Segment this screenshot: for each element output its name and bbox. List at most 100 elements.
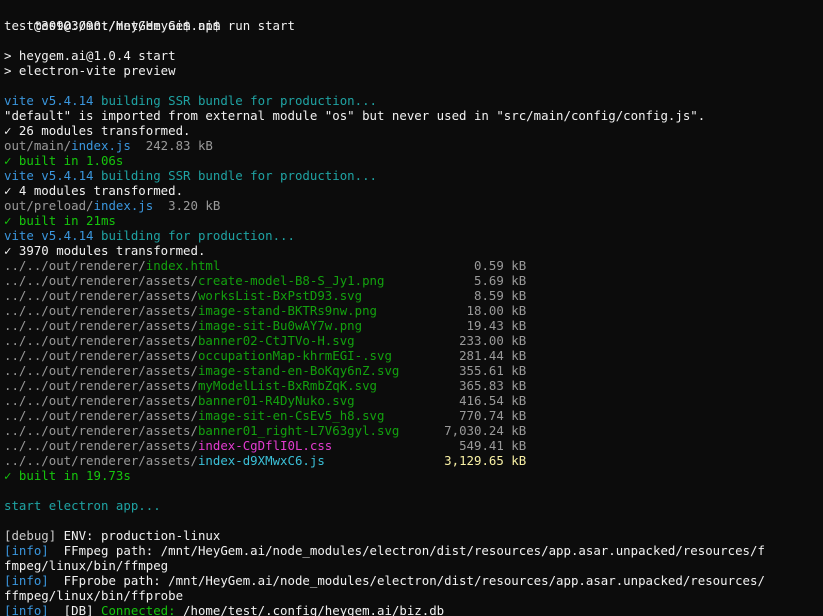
- file-name: banner02-CtJTVo-H.svg: [197, 333, 355, 348]
- log-message: FFmpeg path: /mnt/HeyGem.ai/node_modules…: [48, 543, 765, 558]
- output-file-line: out/main/index.js 242.83 kB: [4, 138, 823, 153]
- log-line-info: [info] [DB] Connected: /home/test/.confi…: [4, 603, 823, 616]
- file-dir: ../../out/renderer/assets/: [4, 423, 198, 438]
- renderer-file-row: ../../out/renderer/assets/index-d9XMwxC6…: [4, 453, 823, 468]
- log-line-info: [info] FFprobe path: /mnt/HeyGem.ai/node…: [4, 573, 823, 588]
- file-size: 18.00 kB: [466, 303, 527, 318]
- renderer-file-row: ../../out/renderer/assets/occupationMap-…: [4, 348, 823, 363]
- build-status: building for production...: [93, 228, 295, 243]
- file-dir: ../../out/renderer/assets/: [4, 348, 198, 363]
- file-name: image-stand-en-BoKqy6nZ.svg: [197, 363, 400, 378]
- output-size: 242.83 kB: [130, 138, 213, 153]
- file-dir: ../../out/renderer/assets/: [4, 288, 198, 303]
- file-padding: [220, 258, 474, 273]
- transformed-line: ✓ 3970 modules transformed.: [4, 243, 206, 258]
- file-name: myModelList-BxRmbZqK.svg: [197, 378, 378, 393]
- info-tag: [info]: [4, 603, 49, 616]
- command-text: npm run start: [190, 18, 295, 33]
- file-dir: ../../out/renderer/assets/: [4, 273, 198, 288]
- file-size: 3,129.65 kB: [444, 453, 527, 468]
- file-size: 549.41 kB: [459, 438, 527, 453]
- log-line-debug: [debug] ENV: production-linux: [4, 528, 823, 543]
- file-padding: [355, 333, 459, 348]
- file-name: banner01_right-L7V63gyl.svg: [197, 423, 400, 438]
- file-dir: ../../out/renderer/assets/: [4, 453, 198, 468]
- shell-prompt: test@3090:/mnt/HeyGem.ai$: [4, 18, 191, 33]
- file-size: 355.61 kB: [459, 363, 527, 378]
- renderer-file-row: ../../out/renderer/assets/image-sit-Bu0w…: [4, 318, 823, 333]
- prompt-line: test@3090:/mnt/HeyGem.ai$: [4, 3, 823, 33]
- debug-tag: [debug]: [4, 528, 57, 543]
- log-message: ENV: production-linux: [56, 528, 221, 543]
- built-line: ✓ built in 21ms: [4, 213, 116, 228]
- output-file: index.js: [93, 198, 154, 213]
- file-size: 7,030.24 kB: [444, 423, 527, 438]
- info-tag: [info]: [4, 543, 49, 558]
- file-size: 281.44 kB: [459, 348, 527, 363]
- renderer-file-row: ../../out/renderer/assets/image-stand-BK…: [4, 303, 823, 318]
- vite-build-line: vite v5.4.14 building for production...: [4, 228, 823, 243]
- file-name: index.html: [145, 258, 221, 273]
- transformed-text: ✓ 26 modules transformed.: [4, 123, 191, 138]
- vite-version: vite v5.4.14: [4, 168, 94, 183]
- build-status: building SSR bundle for production...: [93, 168, 378, 183]
- file-padding: [399, 363, 459, 378]
- log-message: FFprobe path: /mnt/HeyGem.ai/node_module…: [48, 573, 765, 588]
- log-line-continuation: ffmpeg/linux/bin/ffprobe: [4, 588, 184, 603]
- renderer-file-row: ../../out/renderer/assets/worksList-BxPs…: [4, 288, 823, 303]
- vite-build-line: vite v5.4.14 building SSR bundle for pro…: [4, 168, 823, 183]
- transformed-line: ✓ 4 modules transformed.: [4, 183, 184, 198]
- file-padding: [362, 288, 474, 303]
- file-padding: [392, 348, 459, 363]
- renderer-file-row: ../../out/renderer/assets/image-stand-en…: [4, 363, 823, 378]
- file-name: image-stand-BKTRs9nw.png: [197, 303, 378, 318]
- file-size: 233.00 kB: [459, 333, 527, 348]
- file-padding: [325, 453, 444, 468]
- terminal-window[interactable]: test@3090:/mnt/HeyGem.ai$ test@3090:/mnt…: [0, 0, 823, 616]
- file-dir: ../../out/renderer/assets/: [4, 303, 198, 318]
- info-tag: [info]: [4, 573, 49, 588]
- output-file: index.js: [71, 138, 131, 153]
- file-padding: [362, 318, 466, 333]
- output-dir: out/main/: [4, 138, 72, 153]
- renderer-file-row: ../../out/renderer/assets/myModelList-Bx…: [4, 378, 823, 393]
- log-line-info: [info] FFmpeg path: /mnt/HeyGem.ai/node_…: [4, 543, 823, 558]
- file-dir: ../../out/renderer/assets/: [4, 363, 198, 378]
- file-name: banner01-R4DyNuko.svg: [197, 393, 355, 408]
- renderer-file-row: ../../out/renderer/assets/image-sit-en-C…: [4, 408, 823, 423]
- electron-start-line: start electron app...: [4, 498, 161, 513]
- build-status: building SSR bundle for production...: [93, 93, 378, 108]
- file-dir: ../../out/renderer/: [4, 258, 146, 273]
- built-line: ✓ built in 19.73s: [4, 468, 131, 483]
- npm-script-line: > heygem.ai@1.0.4 start: [4, 48, 176, 63]
- file-dir: ../../out/renderer/assets/: [4, 318, 198, 333]
- vite-version: vite v5.4.14: [4, 93, 94, 108]
- file-dir: ../../out/renderer/assets/: [4, 393, 198, 408]
- file-size: 19.43 kB: [466, 318, 527, 333]
- db-tag: [DB]: [48, 603, 101, 616]
- renderer-file-row: ../../out/renderer/assets/index-CgDflI0L…: [4, 438, 823, 453]
- output-dir: out/preload/: [4, 198, 94, 213]
- file-name: create-model-B8-S_Jy1.png: [197, 273, 385, 288]
- renderer-file-row: ../../out/renderer/index.html 0.59 kB: [4, 258, 823, 273]
- warning-line: "default" is imported from external modu…: [4, 108, 706, 123]
- file-name: index-CgDflI0L.css: [197, 438, 333, 453]
- file-padding: [399, 423, 444, 438]
- renderer-file-row: ../../out/renderer/assets/banner01_right…: [4, 423, 823, 438]
- file-name: occupationMap-khrmEGI-.svg: [197, 348, 392, 363]
- transformed-line: ✓ 26 modules transformed.: [4, 123, 823, 138]
- file-size: 416.54 kB: [459, 393, 527, 408]
- file-dir: ../../out/renderer/assets/: [4, 438, 198, 453]
- file-padding: [384, 408, 459, 423]
- npm-cmd-line: > electron-vite preview: [4, 63, 176, 78]
- file-dir: ../../out/renderer/assets/: [4, 408, 198, 423]
- connected-text: Connected:: [100, 603, 176, 616]
- db-path: /home/test/.config/heygem.ai/biz.db: [175, 603, 445, 616]
- file-size: 5.69 kB: [474, 273, 527, 288]
- file-name: image-sit-Bu0wAY7w.png: [197, 318, 363, 333]
- vite-build-line: vite v5.4.14 building SSR bundle for pro…: [4, 93, 823, 108]
- file-size: 770.74 kB: [459, 408, 527, 423]
- renderer-file-row: ../../out/renderer/assets/create-model-B…: [4, 273, 823, 288]
